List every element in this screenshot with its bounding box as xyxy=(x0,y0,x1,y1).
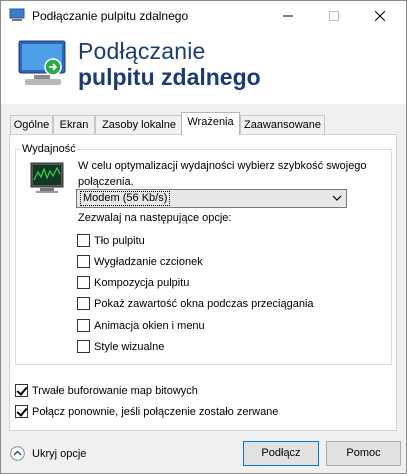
title-bar[interactable]: Podłączanie pulpitu zdalnego xyxy=(1,1,406,31)
connect-button[interactable]: Podłącz xyxy=(243,441,319,466)
minimize-icon xyxy=(283,15,293,17)
option-checkbox[interactable] xyxy=(77,297,90,310)
tab-advanced[interactable]: Zaawansowane xyxy=(240,115,325,134)
option-checkbox[interactable] xyxy=(77,276,90,289)
option-checkbox[interactable] xyxy=(77,340,90,353)
option-label: Kompozycja pulpitu xyxy=(94,277,190,289)
tab-experience[interactable]: Wrażenia xyxy=(181,112,240,135)
option-checkbox[interactable] xyxy=(15,384,28,397)
close-button[interactable] xyxy=(357,1,403,31)
option-checkbox[interactable] xyxy=(77,234,90,247)
connection-speed-value: Modem (56 Kb/s) xyxy=(80,191,171,206)
option-label: Połącz ponownie, jeśli połączenie został… xyxy=(32,406,279,418)
tab-local-resources[interactable]: Zasoby lokalne xyxy=(95,115,183,134)
option-checkbox[interactable] xyxy=(15,405,28,418)
window-title: Podłączanie pulpitu zdalnego xyxy=(32,9,189,23)
remote-desktop-app-icon xyxy=(9,8,25,21)
collapse-options-icon[interactable] xyxy=(10,446,25,461)
option-label: Tło pulpitu xyxy=(94,235,145,247)
chevron-down-icon xyxy=(332,195,342,201)
tab-general[interactable]: Ogólne xyxy=(10,115,53,134)
option-checkbox[interactable] xyxy=(77,255,90,268)
option-label: Pokaż zawartość okna podczas przeciągani… xyxy=(94,298,314,310)
option-label: Trwałe buforowanie map bitowych xyxy=(32,385,198,397)
help-button[interactable]: Pomoc xyxy=(326,441,401,466)
option-checkbox[interactable] xyxy=(77,319,90,332)
tab-display[interactable]: Ekran xyxy=(53,115,95,134)
remote-desktop-logo-icon xyxy=(18,40,66,85)
close-icon xyxy=(375,11,385,21)
minimize-button[interactable] xyxy=(265,1,311,31)
hide-options-link[interactable]: Ukryj opcje xyxy=(32,448,86,460)
performance-description: W celu optymalizacji wydajności wybierz … xyxy=(78,160,367,188)
allow-options-label: Zezwalaj na następujące opcje: xyxy=(78,212,232,224)
option-label: Animacja okien i menu xyxy=(94,320,205,332)
header-banner: Podłączanie pulpitu zdalnego xyxy=(1,31,406,104)
banner-title-line1: Podłączanie xyxy=(78,38,206,64)
banner-title-line2: pulpitu zdalnego xyxy=(78,64,261,90)
performance-group-label: Wydajność xyxy=(21,143,77,155)
performance-monitor-icon xyxy=(30,162,64,193)
connection-speed-select[interactable]: Modem (56 Kb/s) xyxy=(76,189,347,208)
rdp-window: Podłączanie pulpitu zdalnego Podłączanie… xyxy=(0,0,407,474)
option-label: Wygładzanie czcionek xyxy=(94,256,203,268)
option-label: Style wizualne xyxy=(94,341,165,353)
maximize-button[interactable] xyxy=(311,1,357,31)
maximize-icon xyxy=(329,11,339,21)
